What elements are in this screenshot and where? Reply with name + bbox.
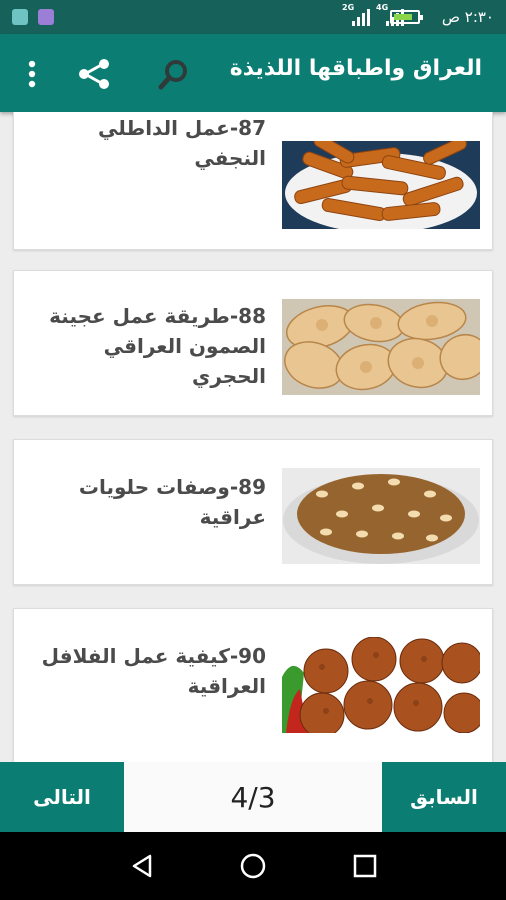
pagination-bar: التالى 4/3 السابق	[0, 762, 506, 832]
battery-icon	[390, 10, 423, 24]
recipe-image	[282, 141, 480, 229]
more-vert-icon	[28, 60, 36, 88]
gallery-notification-icon	[38, 9, 54, 25]
recents-icon	[353, 854, 377, 878]
recipe-title: 90-كيفية عمل الفلافل العراقية	[41, 644, 266, 698]
app-title: العراق واطباقها اللذيذة	[229, 56, 482, 81]
home-icon	[240, 853, 266, 879]
next-button[interactable]: التالى	[0, 762, 124, 832]
list-item[interactable]: 88-طريقة عمل عجينة الصمون العراقي الحجري	[13, 270, 493, 416]
signal-icon	[352, 8, 372, 26]
notification-icon	[12, 9, 28, 25]
recipe-image	[282, 468, 480, 564]
home-button[interactable]	[237, 850, 269, 882]
back-button[interactable]	[126, 850, 158, 882]
list-item[interactable]: 90-كيفية عمل الفلافل العراقية	[13, 608, 493, 762]
system-navigation-bar	[0, 832, 506, 900]
search-icon	[158, 60, 187, 90]
recipe-title: 89-وصفات حلويات عراقية	[78, 475, 266, 529]
share-icon	[79, 59, 109, 89]
list-item[interactable]: 89-وصفات حلويات عراقية	[13, 439, 493, 585]
status-bar: 2G 4G ٢:٣٠ ص	[0, 0, 506, 34]
recipe-title: 87-عمل الداطلي النجفي	[97, 116, 266, 170]
share-button[interactable]	[76, 56, 112, 92]
recipe-title: 88-طريقة عمل عجينة الصمون العراقي الحجري	[49, 304, 266, 388]
app-bar: العراق واطباقها اللذيذة	[0, 34, 506, 112]
status-time: ٢:٣٠ ص	[441, 8, 494, 26]
back-icon	[132, 854, 152, 878]
page-indicator: 4/3	[230, 780, 276, 814]
recipe-list[interactable]: 87-عمل الداطلي النجفي 88-طريقة عمل عجينة…	[0, 112, 506, 762]
recipe-image	[282, 299, 480, 395]
recipe-image	[282, 637, 480, 733]
list-item[interactable]: 87-عمل الداطلي النجفي	[13, 112, 493, 250]
recents-button[interactable]	[349, 850, 381, 882]
search-button[interactable]	[156, 56, 192, 92]
previous-button[interactable]: السابق	[382, 762, 506, 832]
more-options-button[interactable]	[22, 56, 42, 92]
